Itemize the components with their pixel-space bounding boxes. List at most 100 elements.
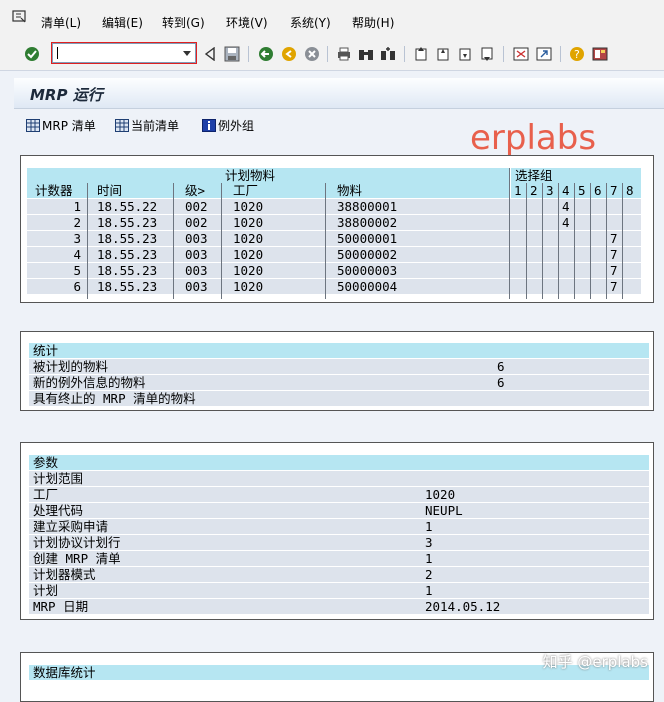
cell-level: 003	[185, 247, 208, 262]
find-next-button[interactable]	[378, 44, 398, 64]
menu-goto[interactable]: 转到(G)	[162, 14, 205, 31]
item-label: 计划	[33, 583, 59, 598]
exit-button[interactable]	[279, 44, 299, 64]
item-label: 工厂	[33, 487, 59, 502]
cell-time: 18.55.23	[97, 263, 158, 278]
help-button[interactable]: ?	[567, 44, 587, 64]
current-list-button[interactable]: 当前清单	[115, 117, 179, 134]
cell-selection-7: 7	[610, 263, 618, 278]
watermark-text: erplabs	[470, 118, 597, 158]
item-label: 计划范围	[33, 471, 84, 486]
item-label: 具有终止的 MRP 清单的物料	[33, 391, 196, 406]
column-divider	[622, 183, 623, 299]
mrp-list-button[interactable]: MRP 清单	[26, 117, 96, 134]
standard-toolbar: ?	[0, 38, 664, 71]
shortcut-button[interactable]	[534, 44, 554, 64]
column-divider	[87, 183, 88, 299]
toolbar-separator	[327, 46, 328, 62]
list-item	[29, 503, 649, 518]
cell-time: 18.55.23	[97, 215, 158, 230]
next-page-icon	[459, 48, 471, 61]
previous-page-button[interactable]	[433, 44, 453, 64]
cell-time: 18.55.22	[97, 199, 158, 214]
cancel-button[interactable]	[302, 44, 322, 64]
cell-counter: 6	[73, 279, 81, 294]
column-divider	[509, 168, 510, 299]
next-page-button[interactable]	[455, 44, 475, 64]
save-button[interactable]	[222, 44, 242, 64]
statistics-header: 统计	[33, 343, 59, 358]
planned-materials-panel: 计划物料 选择组 计数器 时间 级> 工厂 物料 1 2 3 4 5 6 7 8…	[20, 155, 654, 303]
first-page-button[interactable]	[411, 44, 431, 64]
item-value: 2	[425, 567, 433, 582]
system-menu-icon[interactable]	[12, 10, 27, 23]
column-header-time[interactable]: 时间	[97, 183, 122, 198]
item-label: 计划协议计划行	[33, 535, 121, 550]
checkmark-icon	[25, 47, 39, 61]
chevron-down-icon[interactable]	[183, 51, 191, 56]
triangle-left-icon	[204, 47, 215, 61]
text-cursor	[57, 47, 58, 59]
cell-material: 50000003	[337, 263, 398, 278]
exit-icon	[282, 47, 296, 61]
cell-level: 003	[185, 231, 208, 246]
column-divider	[325, 183, 326, 299]
cell-plant: 1020	[233, 199, 264, 214]
new-session-button[interactable]	[511, 44, 531, 64]
new-session-icon	[513, 47, 529, 61]
enter-button[interactable]	[22, 44, 42, 64]
cell-time: 18.55.23	[97, 231, 158, 246]
database-statistics-header: 数据库统计	[33, 665, 96, 680]
exception-group-button[interactable]: 例外组	[202, 117, 254, 134]
menu-help[interactable]: 帮助(H)	[352, 14, 394, 31]
footer-watermark: 知乎 @erplabs	[542, 653, 648, 671]
cell-material: 50000001	[337, 231, 398, 246]
column-header-plant[interactable]: 工厂	[233, 183, 258, 198]
item-label: 建立采购申请	[33, 519, 109, 534]
column-header-level[interactable]: 级>	[185, 183, 205, 198]
last-page-button[interactable]	[477, 44, 497, 64]
menu-environment[interactable]: 环境(V)	[226, 14, 268, 31]
cell-material: 50000004	[337, 279, 398, 294]
layout-menu-button[interactable]	[590, 44, 610, 64]
find-button[interactable]	[356, 44, 376, 64]
menu-edit[interactable]: 编辑(E)	[102, 14, 143, 31]
toolbar-separator	[404, 46, 405, 62]
list-item	[29, 583, 649, 598]
help-icon: ?	[570, 47, 584, 61]
cell-counter: 2	[73, 215, 81, 230]
shortcut-icon	[536, 47, 552, 61]
cell-plant: 1020	[233, 279, 264, 294]
first-page-icon	[415, 47, 427, 61]
selection-column-7: 7	[610, 183, 618, 198]
command-field[interactable]	[51, 42, 197, 64]
cell-plant: 1020	[233, 215, 264, 230]
item-value: 2014.05.12	[425, 599, 501, 614]
print-button[interactable]	[334, 44, 354, 64]
list-item	[29, 599, 649, 614]
command-field-highlight	[51, 42, 197, 64]
selection-column-3: 3	[546, 183, 554, 198]
item-value: NEUPL	[425, 503, 463, 518]
toolbar-separator	[560, 46, 561, 62]
cell-selection-4: 4	[562, 215, 570, 230]
cell-counter: 5	[73, 263, 81, 278]
history-back-button[interactable]	[200, 44, 220, 64]
column-header-counter[interactable]: 计数器	[35, 183, 73, 198]
menu-system[interactable]: 系统(Y)	[290, 14, 331, 31]
menu-list[interactable]: 清单(L)	[41, 14, 81, 31]
item-label: 新的例外信息的物料	[33, 375, 146, 390]
item-value: 1	[425, 519, 433, 534]
selection-column-1: 1	[514, 183, 522, 198]
cell-selection-7: 7	[610, 279, 618, 294]
cancel-icon	[305, 47, 319, 61]
column-divider	[221, 183, 222, 299]
printer-icon	[338, 47, 350, 61]
cell-level: 002	[185, 199, 208, 214]
item-value: 3	[425, 535, 433, 550]
list-item	[29, 535, 649, 550]
mrp-list-label: MRP 清单	[42, 119, 96, 133]
column-header-material[interactable]: 物料	[337, 183, 362, 198]
column-divider	[542, 183, 543, 299]
back-button[interactable]	[256, 44, 276, 64]
